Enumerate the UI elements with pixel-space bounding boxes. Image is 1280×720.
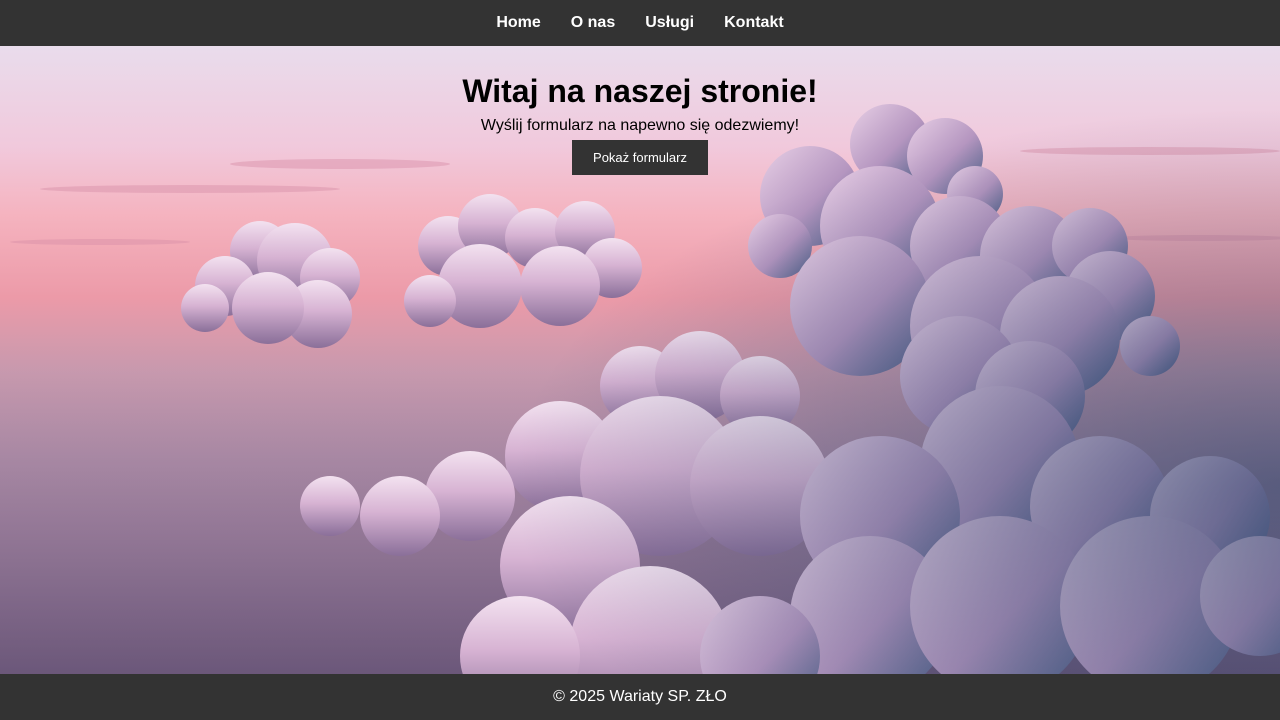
nav-link-home[interactable]: Home	[496, 14, 540, 32]
nav-link-o-nas[interactable]: O nas	[571, 14, 615, 32]
hero-title: Witaj na naszej stronie!	[462, 73, 818, 109]
hero-section: Witaj na naszej stronie! Wyślij formular…	[0, 46, 1280, 674]
hero-content: Witaj na naszej stronie! Wyślij formular…	[0, 46, 1280, 175]
nav-link-kontakt[interactable]: Kontakt	[724, 14, 784, 32]
hero-subtitle: Wyślij formularz na napewno się odezwiem…	[480, 117, 800, 134]
top-navbar: Home O nas Usługi Kontakt	[0, 0, 1280, 46]
nav-link-uslugi[interactable]: Usługi	[645, 14, 694, 32]
show-form-button[interactable]: Pokaż formularz	[572, 140, 708, 175]
footer-copyright: © 2025 Wariaty SP. ZŁO	[553, 688, 727, 705]
footer: © 2025 Wariaty SP. ZŁO	[0, 674, 1280, 720]
